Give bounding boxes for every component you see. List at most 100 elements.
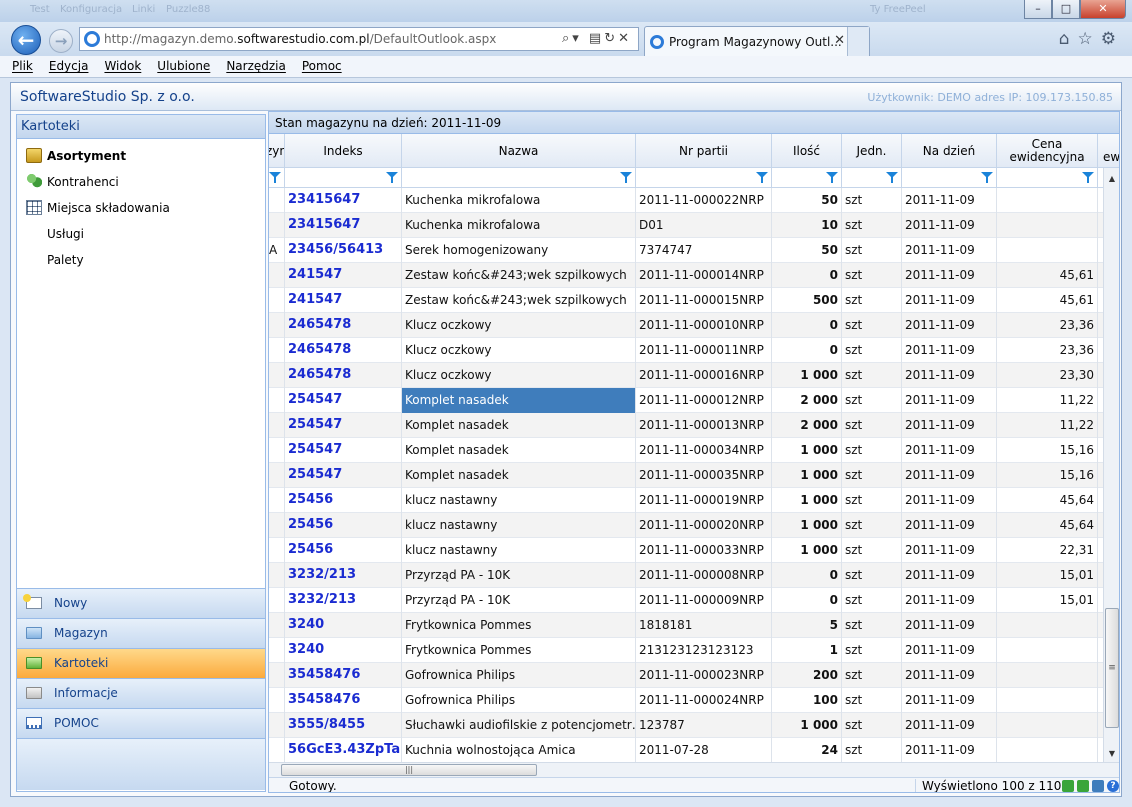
sidebar-item-miejsca[interactable]: Miejsca składowania bbox=[17, 195, 265, 221]
cell-indeks[interactable]: 254547 bbox=[285, 463, 402, 488]
scroll-up-icon[interactable]: ▲ bbox=[1104, 171, 1119, 187]
filter-icon[interactable] bbox=[981, 172, 993, 183]
horizontal-scrollbar[interactable]: ||| bbox=[269, 762, 1119, 777]
filter-icon[interactable] bbox=[620, 172, 632, 183]
minimize-button[interactable]: – bbox=[1024, 0, 1052, 19]
cell-indeks[interactable]: 25456 bbox=[285, 538, 402, 563]
column-header-nazwa[interactable]: Nazwa bbox=[402, 134, 636, 168]
nav-magazyn[interactable]: Magazyn bbox=[17, 618, 265, 648]
scroll-down-icon[interactable]: ▼ bbox=[1104, 746, 1119, 762]
filter-icon[interactable] bbox=[386, 172, 398, 183]
filter-icon[interactable] bbox=[269, 172, 281, 183]
column-header[interactable]: ew bbox=[1098, 134, 1119, 168]
nav-kartoteki[interactable]: Kartoteki bbox=[17, 648, 265, 678]
menu-plik[interactable]: Plik bbox=[12, 56, 33, 77]
cell-indeks[interactable]: 254547 bbox=[285, 438, 402, 463]
cell-indeks[interactable]: 3555/8455 bbox=[285, 713, 402, 738]
filter-icon[interactable] bbox=[826, 172, 838, 183]
forward-button[interactable]: → bbox=[49, 29, 73, 53]
cell-indeks[interactable]: 56GcE3.43ZpTaKD bbox=[285, 738, 402, 762]
print-icon[interactable] bbox=[1092, 780, 1104, 792]
filter-icon[interactable] bbox=[886, 172, 898, 183]
address-bar[interactable]: http://magazyn.demo.softwarestudio.com.p… bbox=[79, 27, 639, 51]
cell-indeks[interactable]: 2465478 bbox=[285, 363, 402, 388]
close-window-button[interactable]: ✕ bbox=[1080, 0, 1126, 19]
column-header-na-dzien[interactable]: Na dzień bbox=[902, 134, 997, 168]
menu-widok[interactable]: Widok bbox=[104, 56, 141, 77]
table-row[interactable]: A 23456/56413 Serek homogenizowany 7374747 5… bbox=[269, 238, 1103, 263]
table-row[interactable]: 25456 klucz nastawny 2011-11-000033NRP 1 00… bbox=[269, 538, 1103, 563]
cell-indeks[interactable]: 23415647 bbox=[285, 188, 402, 213]
table-row[interactable]: 3555/8455 Słuchawki audiofilskie z potenc… bbox=[269, 713, 1103, 738]
cell-indeks[interactable]: 254547 bbox=[285, 388, 402, 413]
column-header[interactable]: zyn bbox=[269, 134, 285, 168]
export-icon[interactable] bbox=[1077, 780, 1089, 792]
nav-informacje[interactable]: Informacje bbox=[17, 678, 265, 708]
cell-indeks[interactable]: 25456 bbox=[285, 488, 402, 513]
menu-ulubione[interactable]: Ulubione bbox=[157, 56, 210, 77]
table-row[interactable]: 254547 Komplet nasadek 2011-11-000035NRP 1 … bbox=[269, 463, 1103, 488]
table-row[interactable]: 35458476 Gofrownica Philips 2011-11-000023… bbox=[269, 663, 1103, 688]
sidebar-item-asortyment[interactable]: Asortyment bbox=[17, 143, 265, 169]
table-row[interactable]: 2465478 Klucz oczkowy 2011-11-000011NRP 0 sz… bbox=[269, 338, 1103, 363]
table-row[interactable]: 254547 Komplet nasadek 2011-11-000034NRP 1 … bbox=[269, 438, 1103, 463]
refresh-icon[interactable] bbox=[1062, 780, 1074, 792]
browser-tab[interactable]: Program Magazynowy Outl... ✕ bbox=[644, 26, 870, 57]
maximize-button[interactable]: □ bbox=[1052, 0, 1080, 19]
scroll-thumb[interactable]: ≡ bbox=[1105, 608, 1119, 728]
vertical-scrollbar[interactable]: ▲ ≡ ▼ bbox=[1103, 168, 1119, 762]
cell-indeks[interactable]: 3240 bbox=[285, 613, 402, 638]
table-row[interactable]: 25456 klucz nastawny 2011-11-000020NRP 1 00… bbox=[269, 513, 1103, 538]
filter-icon[interactable] bbox=[1082, 172, 1094, 183]
new-tab-button[interactable] bbox=[847, 27, 869, 57]
table-row[interactable]: 2465478 Klucz oczkowy 2011-11-000016NRP 1 0… bbox=[269, 363, 1103, 388]
table-row[interactable]: 2465478 Klucz oczkowy 2011-11-000010NRP 0 sz… bbox=[269, 313, 1103, 338]
menu-edycja[interactable]: Edycja bbox=[49, 56, 89, 77]
cell-indeks[interactable]: 35458476 bbox=[285, 688, 402, 713]
table-row[interactable]: 3232/213 Przyrząd PA - 10K 2011-11-000008N… bbox=[269, 563, 1103, 588]
cell-indeks[interactable]: 241547 bbox=[285, 288, 402, 313]
column-header-nr-partii[interactable]: Nr partii bbox=[636, 134, 772, 168]
cell-indeks[interactable]: 3232/213 bbox=[285, 588, 402, 613]
scroll-thumb[interactable]: ||| bbox=[281, 764, 537, 776]
table-row[interactable]: 23415647 Kuchenka mikrofalowa D01 10 szt 2011… bbox=[269, 213, 1103, 238]
sidebar-item-kontrahenci[interactable]: Kontrahenci bbox=[17, 169, 265, 195]
table-row[interactable]: 3232/213 Przyrząd PA - 10K 2011-11-000009N… bbox=[269, 588, 1103, 613]
sidebar-item-palety[interactable]: Palety bbox=[17, 247, 265, 273]
back-button[interactable]: ← bbox=[11, 25, 41, 55]
menu-pomoc[interactable]: Pomoc bbox=[302, 56, 342, 77]
column-header-cena[interactable]: Cena ewidencyjna bbox=[997, 134, 1098, 168]
cell-indeks[interactable]: 3232/213 bbox=[285, 563, 402, 588]
table-row[interactable]: 35458476 Gofrownica Philips 2011-11-000024… bbox=[269, 688, 1103, 713]
cell-indeks[interactable]: 2465478 bbox=[285, 313, 402, 338]
cell-indeks[interactable]: 23415647 bbox=[285, 213, 402, 238]
table-row[interactable]: 23415647 Kuchenka mikrofalowa 2011-11-0000… bbox=[269, 188, 1103, 213]
table-row[interactable]: 25456 klucz nastawny 2011-11-000019NRP 1 00… bbox=[269, 488, 1103, 513]
tab-close-icon[interactable]: ✕ bbox=[834, 33, 845, 48]
help-icon[interactable]: ? bbox=[1107, 780, 1119, 792]
cell-indeks[interactable]: 2465478 bbox=[285, 338, 402, 363]
menu-narzedzia[interactable]: Narzędzia bbox=[226, 56, 286, 77]
nav-pomoc[interactable]: POMOC bbox=[17, 708, 265, 738]
table-row[interactable]: 254547 Komplet nasadek 2011-11-000013NRP 2 … bbox=[269, 413, 1103, 438]
cell-indeks[interactable]: 23456/56413 bbox=[285, 238, 402, 263]
column-header-ilosc[interactable]: Ilość bbox=[772, 134, 842, 168]
table-row[interactable]: 241547 Zestaw końc&#243;wek szpilkowych 20… bbox=[269, 263, 1103, 288]
sidebar-item-uslugi[interactable]: Usługi bbox=[17, 221, 265, 247]
table-row[interactable]: 3240 Frytkownica Pommes 213123123123123 1 sz… bbox=[269, 638, 1103, 663]
table-row[interactable]: 241547 Zestaw końc&#243;wek szpilkowych 20… bbox=[269, 288, 1103, 313]
table-row[interactable]: 254547 Komplet nasadek 2011-11-000012NRP 2 … bbox=[269, 388, 1103, 413]
table-row[interactable]: 56GcE3.43ZpTaKDKuchnia wolnostojąca Amic… bbox=[269, 738, 1103, 762]
filter-icon[interactable] bbox=[756, 172, 768, 183]
table-row[interactable]: 3240 Frytkownica Pommes 1818181 5 szt 2011-11… bbox=[269, 613, 1103, 638]
cell-indeks[interactable]: 254547 bbox=[285, 413, 402, 438]
address-tools-icons[interactable]: ⌕▾ ▤↻✕ bbox=[562, 31, 632, 46]
cell-indeks[interactable]: 35458476 bbox=[285, 663, 402, 688]
home-favorites-settings-icons[interactable]: ⌂☆⚙ bbox=[1059, 29, 1124, 49]
column-header-jedn[interactable]: Jedn. bbox=[842, 134, 902, 168]
nav-nowy[interactable]: Nowy bbox=[17, 588, 265, 618]
cell-indeks[interactable]: 25456 bbox=[285, 513, 402, 538]
column-header-indeks[interactable]: Indeks bbox=[285, 134, 402, 168]
cell-indeks[interactable]: 241547 bbox=[285, 263, 402, 288]
cell-indeks[interactable]: 3240 bbox=[285, 638, 402, 663]
